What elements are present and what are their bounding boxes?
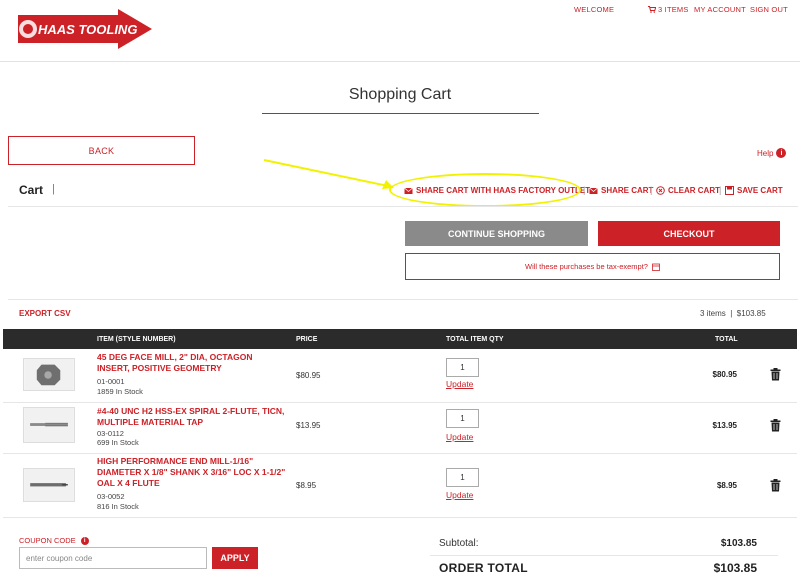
page-title: Shopping Cart	[348, 86, 452, 103]
product-price: $8.95	[296, 481, 317, 490]
action-divider: |	[583, 185, 586, 195]
row-divider	[3, 517, 797, 518]
trash-icon[interactable]	[770, 479, 781, 492]
annotation-arrow	[263, 159, 394, 189]
product-thumbnail[interactable]	[23, 407, 75, 443]
welcome-link[interactable]: WELCOME	[574, 5, 614, 14]
product-stock: 699 In Stock	[97, 438, 139, 447]
quantity-input[interactable]: 1	[446, 409, 479, 428]
col-total: TOTAL	[715, 336, 738, 343]
my-account-link[interactable]: MY ACCOUNT	[694, 5, 746, 14]
save-cart-link[interactable]: SAVE CART	[725, 186, 783, 195]
divider	[8, 299, 798, 300]
back-button[interactable]: BACK	[8, 136, 195, 165]
update-link[interactable]: Update	[446, 379, 473, 389]
calendar-icon	[652, 263, 660, 271]
action-divider: |	[650, 185, 653, 195]
export-csv-link[interactable]: EXPORT CSV	[19, 309, 71, 318]
tax-exempt-toggle[interactable]: Will these purchases be tax-exempt?	[405, 253, 780, 280]
product-name-link[interactable]: 45 DEG FACE MILL, 2" DIA, OCTAGON INSERT…	[97, 352, 287, 374]
product-name-link[interactable]: HIGH PERFORMANCE END MILL-1/16" DIAMETER…	[97, 456, 287, 489]
clear-cart-label: CLEAR CART	[668, 186, 720, 195]
coupon-code-label: COUPON CODE i	[19, 536, 89, 545]
table-row: 45 DEG FACE MILL, 2" DIA, OCTAGON INSERT…	[3, 350, 797, 400]
product-stock: 1859 In Stock	[97, 387, 143, 396]
product-stock: 816 In Stock	[97, 502, 139, 511]
cart-icon	[648, 6, 656, 13]
line-total: $80.95	[712, 370, 737, 379]
heading-separator: |	[52, 183, 55, 195]
line-total: $13.95	[712, 421, 737, 430]
product-thumbnail[interactable]	[23, 468, 75, 502]
clear-cart-link[interactable]: CLEAR CART	[656, 186, 720, 195]
cart-table-header: ITEM (STYLE NUMBER) PRICE TOTAL ITEM QTY…	[3, 329, 797, 349]
order-total-label: ORDER TOTAL	[439, 561, 528, 575]
help-icon: i	[776, 148, 787, 158]
save-cart-label: SAVE CART	[737, 186, 783, 195]
action-divider: |	[719, 185, 722, 195]
share-cart-label: SHARE CART	[601, 186, 654, 195]
email-icon	[589, 187, 598, 194]
row-divider	[3, 453, 797, 454]
line-total: $8.95	[716, 481, 737, 490]
share-cart-link[interactable]: SHARE CART	[589, 186, 653, 195]
quantity-input[interactable]: 1	[446, 358, 479, 377]
title-underline	[262, 113, 539, 114]
product-price: $80.95	[296, 371, 321, 380]
cart-heading: Cart	[19, 183, 44, 197]
product-name-link[interactable]: #4-40 UNC H2 HSS-EX SPIRAL 2-FLUTE, TICN…	[97, 406, 287, 428]
save-icon	[725, 186, 734, 195]
cart-count-link[interactable]: 3 ITEMS	[648, 5, 689, 14]
col-item: ITEM (STYLE NUMBER)	[97, 336, 176, 343]
subtotal-value: $103.85	[720, 538, 757, 549]
continue-shopping-button[interactable]: CONTINUE SHOPPING	[405, 221, 588, 246]
help-label: Help	[757, 148, 774, 158]
subtotal-label: Subtotal:	[439, 538, 479, 549]
totals-divider	[430, 555, 778, 556]
table-row: #4-40 UNC H2 HSS-EX SPIRAL 2-FLUTE, TICN…	[3, 404, 797, 451]
annotation-highlight	[389, 173, 581, 207]
sign-out-link[interactable]: SIGN OUT	[750, 5, 788, 14]
logo-text: HAAS TOOLING	[38, 22, 137, 37]
clear-icon	[656, 186, 665, 195]
coupon-label-text: COUPON CODE	[19, 536, 76, 545]
tax-exempt-label: Will these purchases be tax-exempt?	[525, 262, 648, 271]
haas-tooling-logo[interactable]: HAAS TOOLING	[14, 7, 154, 51]
product-thumbnail[interactable]	[23, 358, 75, 391]
row-divider	[3, 402, 797, 403]
trash-icon[interactable]	[770, 419, 781, 432]
checkout-button[interactable]: CHECKOUT	[598, 221, 780, 246]
col-qty: TOTAL ITEM QTY	[446, 336, 504, 343]
col-price: PRICE	[296, 336, 318, 343]
divider	[8, 206, 798, 207]
product-price: $13.95	[296, 421, 321, 430]
product-sku: 03-0052	[97, 492, 125, 501]
cart-summary: 3 items | $103.85	[700, 309, 766, 318]
site-header: HAAS TOOLING WELCOME 3 ITEMS MY ACCOUNT …	[0, 0, 800, 62]
trash-icon[interactable]	[770, 368, 781, 381]
info-icon[interactable]: i	[80, 536, 89, 545]
cart-count-label: 3 ITEMS	[658, 5, 689, 14]
update-link[interactable]: Update	[446, 490, 473, 500]
coupon-code-input[interactable]	[19, 547, 207, 569]
table-row: HIGH PERFORMANCE END MILL-1/16" DIAMETER…	[3, 455, 797, 515]
apply-coupon-button[interactable]: APPLY	[212, 547, 258, 569]
product-sku: 01-0001	[97, 377, 125, 386]
quantity-input[interactable]: 1	[446, 468, 479, 487]
update-link[interactable]: Update	[446, 432, 473, 442]
help-link[interactable]: Help i	[757, 148, 787, 158]
order-total-value: $103.85	[713, 561, 757, 575]
